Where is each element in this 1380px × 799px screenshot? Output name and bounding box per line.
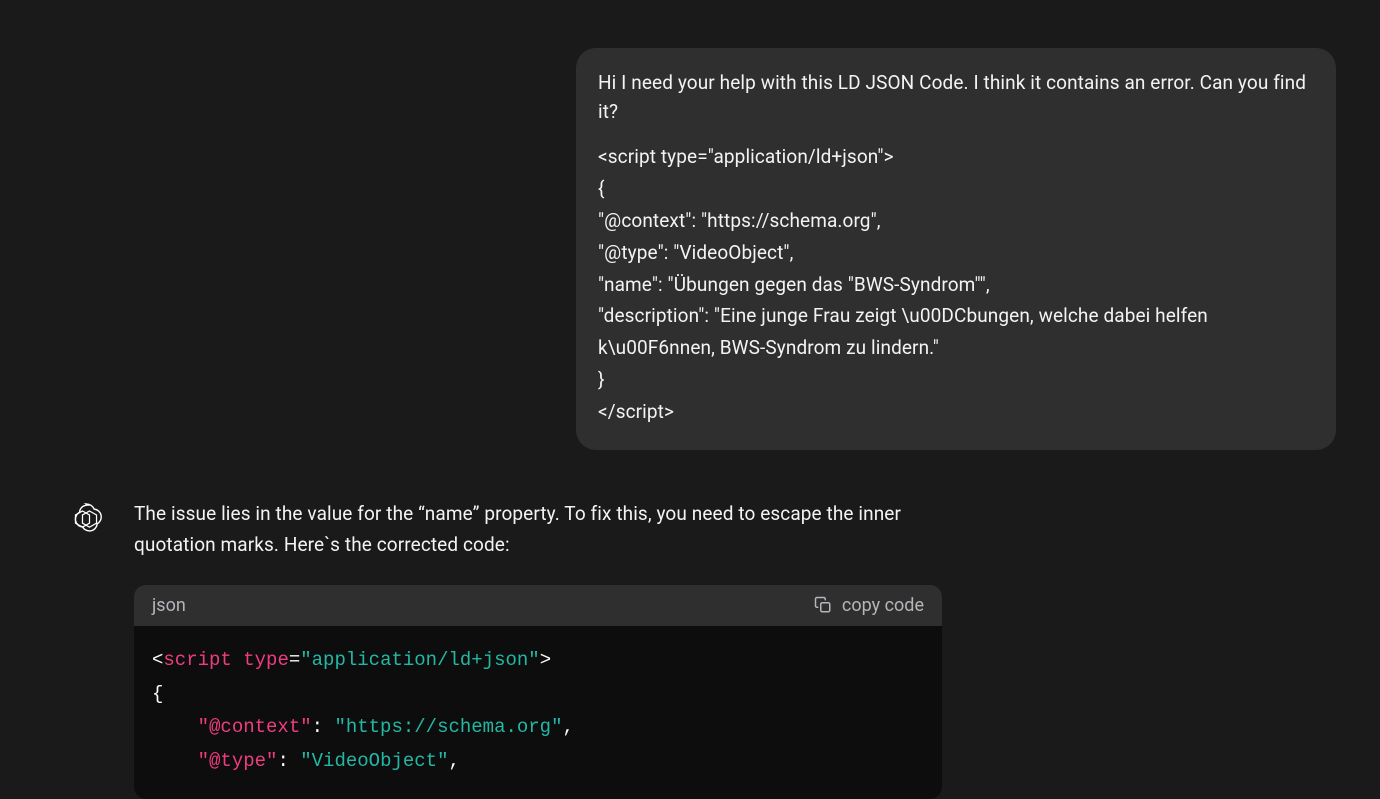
assistant-content: The issue lies in the value for the “nam… — [134, 498, 1008, 799]
code-language-label: json — [152, 595, 186, 616]
code-line: <script type="application/ld+json"> — [152, 644, 924, 678]
code-block-body: <script type="application/ld+json"> { "@… — [134, 626, 942, 799]
code-line: "@context": "https://schema.org", — [152, 711, 924, 745]
copy-code-label: copy code — [842, 595, 924, 616]
openai-logo-icon — [68, 500, 104, 536]
user-code-line: "@context": "https://schema.org", — [598, 205, 1314, 237]
assistant-message-row: The issue lies in the value for the “nam… — [68, 498, 1008, 799]
code-block: json copy code <script type="application… — [134, 585, 942, 799]
code-line: "@type": "VideoObject", — [152, 745, 924, 779]
copy-code-button[interactable]: copy code — [814, 595, 924, 616]
user-prompt-text: Hi I need your help with this LD JSON Co… — [598, 68, 1314, 127]
copy-icon — [814, 596, 832, 614]
assistant-text: The issue lies in the value for the “nam… — [134, 498, 924, 561]
user-message-bubble: Hi I need your help with this LD JSON Co… — [576, 48, 1336, 450]
code-line: { — [152, 678, 924, 712]
user-code-line: } — [598, 364, 1314, 396]
assistant-avatar — [68, 500, 104, 536]
user-code-line: "@type": "VideoObject", — [598, 237, 1314, 269]
user-code-line: <script type="application/ld+json"> — [598, 141, 1314, 173]
user-code-line: "description": "Eine junge Frau zeigt \u… — [598, 300, 1314, 364]
user-code-text: <script type="application/ld+json"> { "@… — [598, 141, 1314, 428]
user-code-line: { — [598, 173, 1314, 205]
user-code-line: "name": "Übungen gegen das "BWS-Syndrom"… — [598, 269, 1314, 301]
code-block-header: json copy code — [134, 585, 942, 626]
user-code-line: </script> — [598, 396, 1314, 428]
user-message-row: Hi I need your help with this LD JSON Co… — [44, 48, 1336, 450]
conversation: Hi I need your help with this LD JSON Co… — [0, 0, 1380, 799]
